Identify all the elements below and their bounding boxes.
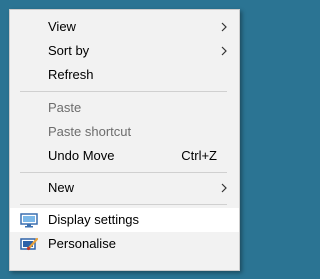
- menu-item-label: Undo Move: [48, 148, 115, 163]
- menu-item-label: Sort by: [48, 43, 90, 58]
- menu-item-personalise[interactable]: Personalise: [10, 232, 239, 256]
- menu-item-label: Display settings: [48, 212, 140, 227]
- menu-item-refresh[interactable]: Refresh: [10, 63, 239, 87]
- menu-separator: [20, 172, 227, 173]
- chevron-right-icon: [221, 46, 227, 56]
- menu-item-display-settings[interactable]: Display settings: [10, 208, 239, 232]
- menu-item-shortcut: Ctrl+Z: [181, 148, 217, 163]
- menu-item-label: Paste shortcut: [48, 124, 132, 139]
- menu-item-new[interactable]: New: [10, 176, 239, 200]
- menu-separator: [20, 91, 227, 92]
- menu-item-label: New: [48, 180, 75, 195]
- menu-item-undo-move[interactable]: Undo Move Ctrl+Z: [10, 144, 239, 168]
- menu-item-paste-shortcut[interactable]: Paste shortcut: [10, 120, 239, 144]
- chevron-right-icon: [221, 183, 227, 193]
- menu-item-label: Paste: [48, 100, 82, 115]
- menu-separator: [20, 204, 227, 205]
- desktop-context-menu: View Sort by Refresh Paste Paste shortcu…: [9, 9, 240, 271]
- display-settings-icon: [20, 213, 38, 228]
- menu-item-view[interactable]: View: [10, 15, 239, 39]
- menu-item-label: View: [48, 19, 76, 34]
- personalise-icon: [20, 237, 38, 251]
- menu-item-sort-by[interactable]: Sort by: [10, 39, 239, 63]
- menu-item-label: Refresh: [48, 67, 94, 82]
- menu-item-paste[interactable]: Paste: [10, 96, 239, 120]
- chevron-right-icon: [221, 22, 227, 32]
- menu-item-label: Personalise: [48, 236, 116, 251]
